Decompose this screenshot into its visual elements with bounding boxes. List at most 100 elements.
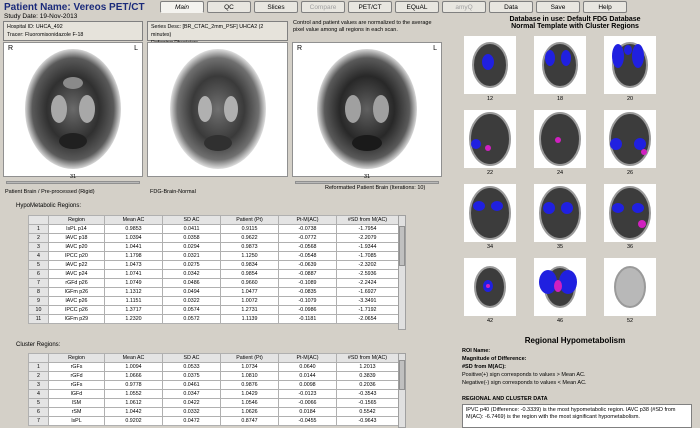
slice-thumbnail[interactable]: 42	[464, 258, 516, 324]
table-row[interactable]: 1 rGFs 1.0094 0.0533 1.0734 0.0640 1.2013	[28, 362, 398, 372]
corner-cell	[28, 215, 49, 225]
tab-equal[interactable]: EQuAL	[395, 1, 439, 13]
value-cell: 0.0332	[162, 407, 221, 417]
slice-number-1: 31	[70, 174, 77, 180]
region-cell: lGFm p29	[48, 314, 105, 324]
slice-thumbnail[interactable]: 24	[534, 110, 586, 176]
slice-thumbnail[interactable]: 46	[534, 258, 586, 324]
slice-thumbnail[interactable]: 12	[464, 36, 516, 102]
slice-number-label: 36	[626, 244, 634, 250]
table-row[interactable]: 7 lsPL 0.9202 0.0472 0.8747 -0.0455 -0.9643	[28, 416, 398, 426]
value-cell: 0.0486	[162, 278, 221, 288]
hypo-table[interactable]: Region Mean AC SD AC Patient (Pt) Pt-M(AC) #S…	[28, 215, 398, 324]
cluster-scrollbar[interactable]	[398, 353, 406, 428]
panel-caption-3: Reformatted Patient Brain (Iterations: 1…	[325, 185, 426, 191]
value-cell: 0.9853	[104, 224, 163, 234]
cluster-scroll-thumb[interactable]	[399, 360, 405, 390]
column-header[interactable]: Region	[48, 353, 105, 363]
hypo-table-container[interactable]: Region Mean AC SD AC Patient (Pt) Pt-M(AC) #S…	[28, 215, 398, 330]
tab-qc[interactable]: QC	[207, 1, 251, 13]
column-header[interactable]: Patient (Pt)	[220, 353, 279, 363]
slice-thumbnail[interactable]: 35	[534, 184, 586, 250]
row-index: 6	[28, 407, 49, 417]
value-cell: -0.0738	[278, 224, 337, 234]
region-cell: lAVC p24	[48, 269, 105, 279]
cluster-table[interactable]: Region Mean AC SD AC Patient (Pt) Pt-M(AC) #S…	[28, 353, 398, 426]
slice-thumbnail[interactable]: 34	[464, 184, 516, 250]
normal-template-panel[interactable]	[147, 42, 288, 177]
table-row[interactable]: 6 rSM 1.0442 0.0332 1.0626 0.0184 0.5542	[28, 407, 398, 417]
table-row[interactable]: 3 lAVC p20 1.0441 0.0294 0.9873 -0.0568 -1.934…	[28, 242, 398, 252]
row-index: 2	[28, 233, 49, 243]
column-header[interactable]: Pt-M(AC)	[278, 215, 337, 225]
value-cell: 0.0098	[278, 380, 337, 390]
cluster-region-overlay	[632, 44, 644, 68]
value-cell: 0.0294	[162, 242, 221, 252]
table-row[interactable]: 5 lSM 1.0612 0.0422 1.0546 -0.0066 -0.1565	[28, 398, 398, 408]
cluster-table-container[interactable]: Region Mean AC SD AC Patient (Pt) Pt-M(AC) #S…	[28, 353, 398, 428]
row-index: 5	[28, 398, 49, 408]
patient-brain-panel[interactable]: R L	[3, 42, 143, 177]
column-header[interactable]: Mean AC	[104, 353, 163, 363]
table-row[interactable]: 2 rGFd 1.0666 0.0375 1.0810 0.0144 0.3839	[28, 371, 398, 381]
slice-number-label: 42	[486, 318, 494, 324]
slice-slider-1[interactable]	[6, 181, 140, 184]
table-row[interactable]: 10 lPCC p26 1.3717 0.0574 1.2731 -0.0986 -1.71…	[28, 305, 398, 315]
negative-note: Negative(-) sign corresponds to values <…	[462, 380, 587, 386]
slice-number-label: 35	[556, 244, 564, 250]
table-row[interactable]: 1 lsPL p14 0.9853 0.0411 0.9115 -0.0738 -1.795…	[28, 224, 398, 234]
table-row[interactable]: 8 lGFm p26 1.1312 0.0494 1.0477 -0.0835 -1.692…	[28, 287, 398, 297]
slice-slider-3[interactable]	[295, 181, 439, 184]
slice-thumbnail[interactable]: 18	[534, 36, 586, 102]
hypo-scroll-thumb[interactable]	[399, 226, 405, 266]
slice-thumbnail[interactable]: 52	[604, 258, 656, 324]
roi-info: ROI Name: Magnitude of Difference: #SD f…	[462, 347, 692, 387]
column-header[interactable]: #SD from M(AC)	[336, 215, 398, 225]
slice-thumbnail[interactable]: 20	[604, 36, 656, 102]
column-header[interactable]: SD AC	[162, 353, 221, 363]
sd-from-mean: #SD from M(AC):	[462, 364, 506, 370]
right-marker: R	[8, 45, 14, 52]
tab-slices[interactable]: Slices	[254, 1, 298, 13]
value-cell: 1.0552	[104, 389, 163, 399]
series-desc: Series Desc: [BR_CTAC_2mm_PSF] UHCA2 (2 …	[151, 24, 264, 38]
value-cell: -2.0654	[336, 314, 398, 324]
table-row[interactable]: 4 lPCC p20 1.1798 0.0321 1.1250 -0.0548 -1.708…	[28, 251, 398, 261]
value-cell: 1.1151	[104, 296, 163, 306]
value-cell: 0.9854	[220, 269, 279, 279]
column-header[interactable]: Patient (Pt)	[220, 215, 279, 225]
reformatted-brain-panel[interactable]: R L	[292, 42, 442, 177]
value-cell: -0.1089	[278, 278, 337, 288]
tab-save[interactable]: Save	[536, 1, 580, 13]
tab-help[interactable]: Help	[583, 1, 627, 13]
table-row[interactable]: 6 lAVC p24 1.0741 0.0342 0.9854 -0.0887 -2.593…	[28, 269, 398, 279]
tab-main[interactable]: Main	[160, 1, 204, 13]
column-header[interactable]: Pt-M(AC)	[278, 353, 337, 363]
value-cell: -1.9344	[336, 242, 398, 252]
slice-thumbnail[interactable]: 22	[464, 110, 516, 176]
value-cell: 0.0321	[162, 251, 221, 261]
table-row[interactable]: 7 rGFd p26 1.0749 0.0486 0.9660 -0.1089 -2.242…	[28, 278, 398, 288]
cluster-region-overlay	[473, 201, 485, 211]
region-cell: lPCC p26	[48, 305, 105, 315]
slice-thumbnail[interactable]: 36	[604, 184, 656, 250]
column-header[interactable]: Mean AC	[104, 215, 163, 225]
tab-data[interactable]: Data	[489, 1, 533, 13]
column-header[interactable]: SD AC	[162, 215, 221, 225]
tab-pet-ct[interactable]: PET/CT	[348, 1, 392, 13]
table-row[interactable]: 4 lGFd 1.0552 0.0347 1.0429 -0.0123 -0.3543	[28, 389, 398, 399]
slice-number-label: 20	[626, 96, 634, 102]
table-row[interactable]: 3 rGFs 0.9778 0.0461 0.9876 0.0098 0.2036	[28, 380, 398, 390]
column-header[interactable]: #SD from M(AC)	[336, 353, 398, 363]
value-cell: 0.0533	[162, 362, 221, 372]
hypo-scrollbar[interactable]	[398, 215, 406, 330]
table-header-row: Region Mean AC SD AC Patient (Pt) Pt-M(AC) #S…	[28, 353, 398, 363]
value-cell: 0.0375	[162, 371, 221, 381]
table-row[interactable]: 5 lAVC p22 1.0473 0.0275 0.9834 -0.0639 -2.320…	[28, 260, 398, 270]
table-row[interactable]: 9 lAVC p26 1.1151 0.0322 1.0072 -0.1079 -3.349…	[28, 296, 398, 306]
slice-thumbnail[interactable]: 26	[604, 110, 656, 176]
column-header[interactable]: Region	[48, 215, 105, 225]
table-row[interactable]: 2 lAVC p18 1.0394 0.0358 0.9622 -0.0772 -2.207…	[28, 233, 398, 243]
table-row[interactable]: 11 lGFm p29 1.2320 0.0572 1.1139 -0.1181 -2.06…	[28, 314, 398, 324]
value-cell: -1.7954	[336, 224, 398, 234]
